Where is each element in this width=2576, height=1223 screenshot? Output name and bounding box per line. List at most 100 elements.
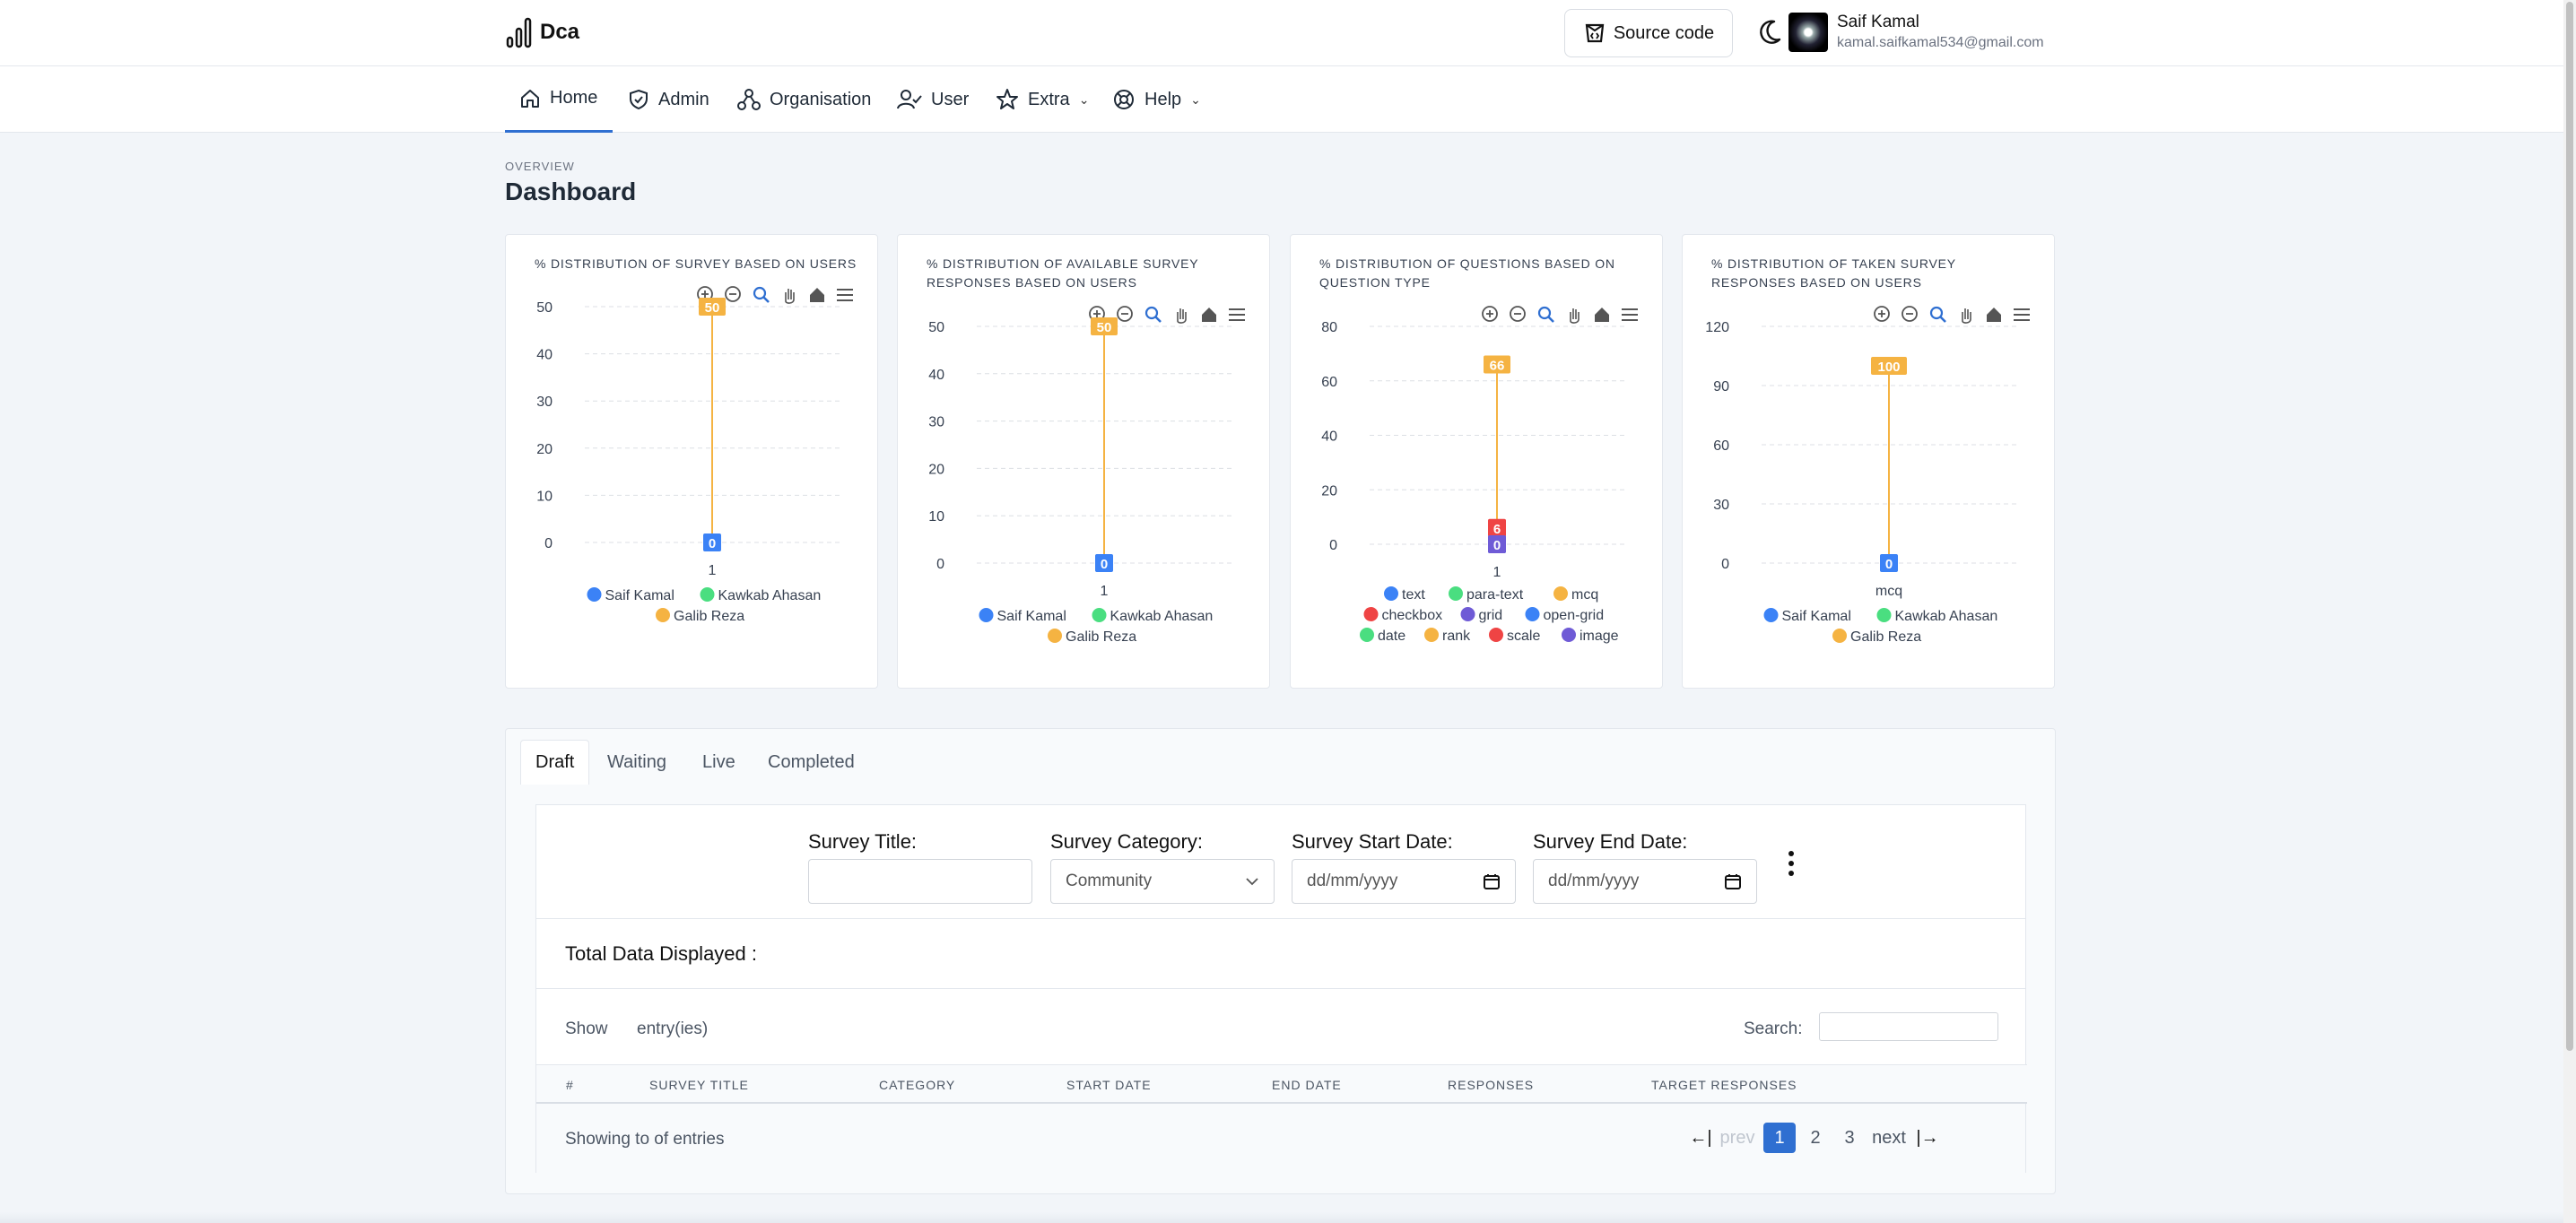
chart-taken-responses: 0 30 60 90 120 0 100 mcq Saif Kamal Kawkab Ahasan… [1705,306,2030,645]
page-scrollbar[interactable] [2563,0,2576,1223]
pan-icon[interactable] [785,289,795,304]
x-tick-label: 1 [1101,584,1109,599]
tab-draft[interactable]: Draft [520,740,590,785]
lifebuoy-icon [1114,90,1134,109]
search-label: Search: [1744,1019,1803,1038]
survey-category-select[interactable]: Community [1050,859,1275,904]
prev-page-button[interactable]: prev [1719,1123,1756,1153]
source-code-button[interactable]: Source code [1564,9,1733,57]
bar-galib-reza[interactable] [711,307,713,542]
pan-icon[interactable] [1177,308,1187,324]
legend-item-open-grid[interactable]: open-grid [1525,607,1605,623]
magnify-icon[interactable] [1537,306,1554,323]
zoom-in-icon[interactable] [1482,306,1498,322]
zoom-in-icon[interactable] [1874,306,1890,322]
y-tick-label: 40 [536,348,553,363]
legend-item-date[interactable]: date [1360,628,1405,644]
legend-item-saif-kamal[interactable]: Saif Kamal [979,608,1066,624]
legend-item-mcq[interactable]: mcq [1553,586,1598,603]
nav-label-organisation: Organisation [770,89,872,109]
data-label: 100 [1871,357,1907,375]
legend-item-text[interactable]: text [1384,586,1425,603]
survey-title-input[interactable] [808,859,1032,904]
calendar-icon[interactable] [1483,872,1501,890]
survey-start-date-input[interactable]: dd/mm/yyyy [1292,859,1516,904]
page-button-1[interactable]: 1 [1763,1123,1796,1153]
bar-galib-reza[interactable] [1103,326,1105,563]
svg-text:para-text: para-text [1466,587,1524,603]
nav-item-extra[interactable]: Extra ⌄ [996,66,1089,133]
legend-item-galib-reza[interactable]: Galib Reza [656,608,744,624]
menu-icon[interactable] [1229,308,1245,321]
app-logo[interactable]: Dca [506,16,579,48]
bar-galib-reza[interactable] [1888,366,1890,563]
search-input[interactable] [1819,1012,1998,1041]
column-header[interactable]: RESPONSES [1448,1078,1534,1092]
tab-live[interactable]: Live [688,740,750,785]
nav-item-admin[interactable]: Admin [628,66,709,133]
nav-item-organisation[interactable]: Organisation [737,66,871,133]
magnify-icon[interactable] [753,286,770,303]
legend-item-image[interactable]: image [1562,628,1619,644]
legend-item-galib-reza[interactable]: Galib Reza [1832,629,1921,645]
zoom-out-icon[interactable] [1902,306,1918,322]
pan-icon[interactable] [1962,308,1971,324]
menu-icon[interactable] [837,289,853,301]
legend-item-saif-kamal[interactable]: Saif Kamal [587,587,674,603]
reset-home-icon[interactable] [810,288,824,302]
menu-icon[interactable] [1622,308,1638,321]
svg-text:66: 66 [1490,359,1505,374]
next-page-button[interactable]: next [1869,1123,1909,1153]
tab-completed[interactable]: Completed [753,740,869,785]
more-options-icon[interactable] [1787,850,1796,877]
top-bar: Dca Source code Saif Kamal kamal.saifkam… [0,0,2576,66]
scrollbar-thumb[interactable] [2566,2,2573,1051]
legend-item-scale[interactable]: scale [1489,628,1540,644]
survey-end-date-input[interactable]: dd/mm/yyyy [1533,859,1757,904]
pan-icon[interactable] [1570,308,1580,324]
page-button-2[interactable]: 2 [1805,1123,1826,1153]
column-header[interactable]: SURVEY TITLE [649,1078,749,1092]
magnify-icon[interactable] [1929,306,1946,323]
nav-item-home[interactable]: Home [505,66,613,133]
legend-item-rank[interactable]: rank [1424,628,1471,644]
zoom-out-icon[interactable] [1510,306,1526,322]
column-header[interactable]: # [566,1078,574,1092]
app-name: Dca [540,20,580,44]
legend-item-grid[interactable]: grid [1460,607,1503,623]
zoom-out-icon[interactable] [725,286,741,302]
legend-item-checkbox[interactable]: checkbox [1363,607,1443,623]
table-header: # SURVEY TITLE CATEGORY START DATE END D… [536,1064,2027,1104]
calendar-icon[interactable] [1724,872,1742,890]
nav-item-help[interactable]: Help ⌄ [1112,66,1201,133]
column-header[interactable]: TARGET RESPONSES [1651,1078,1797,1092]
y-tick-label: 0 [544,536,553,551]
magnify-icon[interactable] [1144,306,1162,323]
legend-item-galib-reza[interactable]: Galib Reza [1048,629,1136,645]
first-page-button[interactable]: ←| [1687,1123,1714,1153]
last-page-button[interactable]: |→ [1912,1123,1943,1153]
legend-item-kawkab-ahasan[interactable]: Kawkab Ahasan [1876,608,1998,624]
column-header[interactable]: END DATE [1272,1078,1342,1092]
page-button-3[interactable]: 3 [1839,1123,1860,1153]
column-header[interactable]: CATEGORY [879,1078,955,1092]
reset-home-icon[interactable] [1987,308,2001,322]
legend-item-kawkab-ahasan[interactable]: Kawkab Ahasan [1092,608,1214,624]
avatar[interactable] [1788,13,1828,52]
reset-home-icon[interactable] [1202,308,1216,322]
zoom-out-icon[interactable] [1117,306,1133,322]
legend-item-saif-kamal[interactable]: Saif Kamal [1763,608,1851,624]
reset-home-icon[interactable] [1595,308,1609,322]
legend-item-para-text[interactable]: para-text [1449,586,1524,603]
menu-icon[interactable] [2014,308,2030,321]
nav-item-user[interactable]: User [897,66,969,133]
chart-card-question-type: % DISTRIBUTION OF QUESTIONS BASED ON QUE… [1290,234,1663,689]
x-tick-label: 1 [709,563,717,578]
start-date-placeholder: dd/mm/yyyy [1307,872,1398,890]
bar-mcq[interactable] [1496,364,1498,544]
survey-category-value: Community [1066,872,1153,890]
moon-icon[interactable] [1756,18,1783,47]
legend-item-kawkab-ahasan[interactable]: Kawkab Ahasan [700,587,822,603]
column-header[interactable]: START DATE [1066,1078,1152,1092]
tab-waiting[interactable]: Waiting [593,740,681,785]
